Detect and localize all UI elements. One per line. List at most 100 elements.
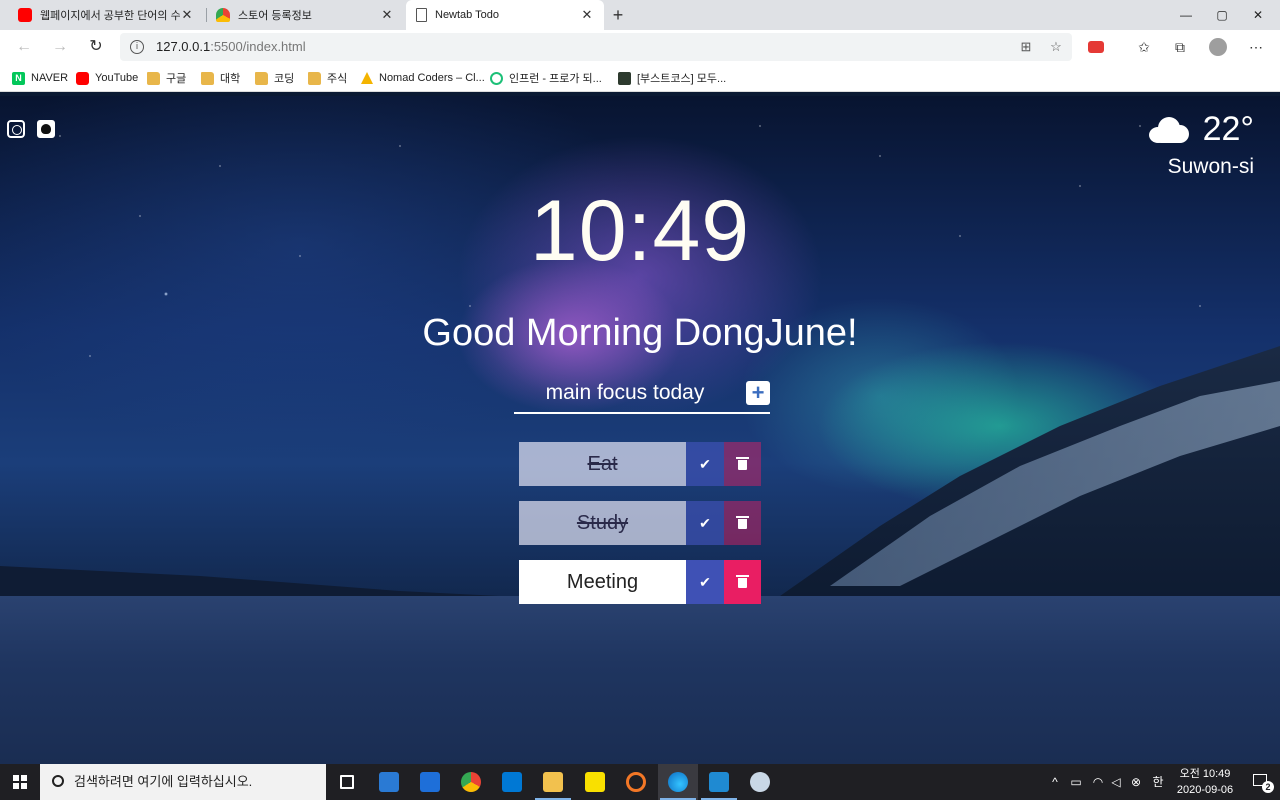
bookmark-youtube[interactable]: YouTube	[76, 69, 138, 87]
taskbar-time: 오전 10:49	[1179, 768, 1231, 780]
new-tab-button[interactable]: +	[606, 3, 630, 27]
battery-icon[interactable]: ▭	[1066, 764, 1086, 800]
folder-icon	[147, 71, 160, 85]
bookmarks-bar: N NAVER YouTube 구글 대학 코딩 주식 Nomad Coders …	[0, 64, 1280, 92]
close-icon[interactable]: ✕	[180, 7, 194, 23]
favorite-star-icon[interactable]: ☆	[1048, 39, 1064, 55]
nomad-icon	[361, 72, 373, 84]
todo-text[interactable]: Study	[519, 501, 686, 545]
add-todo-button[interactable]: +	[746, 381, 770, 405]
delete-button[interactable]	[724, 501, 761, 545]
chrome-icon	[461, 772, 481, 792]
taskbar-search-box[interactable]: 검색하려면 여기에 입력하십시오.	[40, 764, 326, 800]
maximize-button[interactable]: ▢	[1204, 0, 1240, 30]
tab-bar: 웹페이지에서 공부한 단어의 수를 ✕ 스토어 등록정보 ✕ Newtab To…	[0, 0, 1280, 30]
trash-icon	[736, 575, 749, 589]
bookmark-boostcourse[interactable]: [부스트코스] 모두...	[618, 69, 726, 87]
check-icon: ✔	[699, 456, 711, 472]
browser-toolbar: ← → ↻ i 127.0.0.1:5500/index.html ⊞ ☆ ✩ …	[0, 30, 1280, 64]
minimize-button[interactable]: —	[1168, 0, 1204, 30]
back-icon[interactable]: ←	[12, 35, 36, 59]
bookmark-folder-stocks[interactable]: 주식	[308, 69, 347, 87]
youtube-icon	[18, 8, 32, 22]
close-icon[interactable]: ✕	[380, 7, 394, 23]
naver-icon: N	[12, 71, 25, 85]
network-status-icon[interactable]: ⊗	[1126, 764, 1146, 800]
taskbar-chrome[interactable]	[451, 764, 491, 800]
check-icon: ✔	[699, 574, 711, 590]
delete-button[interactable]	[724, 560, 761, 604]
chrome-webstore-icon	[216, 8, 230, 22]
close-window-button[interactable]: ✕	[1240, 0, 1276, 30]
task-view-button[interactable]	[327, 764, 367, 800]
translate-icon[interactable]: ⊞	[1018, 39, 1034, 55]
taskbar-jupyter[interactable]	[616, 764, 656, 800]
taskbar-store[interactable]	[492, 764, 532, 800]
taskbar-calendar[interactable]	[410, 764, 450, 800]
volume-icon[interactable]: ◁	[1106, 764, 1126, 800]
bookmark-naver[interactable]: N NAVER	[12, 69, 68, 87]
tab-title: 웹페이지에서 공부한 단어의 수를	[40, 10, 180, 22]
wifi-icon[interactable]: ◠	[1088, 764, 1108, 800]
collections-icon[interactable]: ⧉	[1170, 37, 1190, 57]
todo-text[interactable]: Meeting	[519, 560, 686, 604]
delete-button[interactable]	[724, 442, 761, 486]
folder-icon	[201, 71, 214, 85]
windows-logo-icon	[13, 775, 27, 789]
instagram-icon[interactable]	[7, 120, 25, 138]
taskbar-edge[interactable]	[658, 764, 698, 800]
search-icon	[52, 775, 64, 787]
tab-title: 스토어 등록정보	[238, 10, 312, 22]
tab-webstore[interactable]: 스토어 등록정보 ✕	[206, 0, 404, 30]
ime-indicator[interactable]: 한	[1148, 764, 1168, 800]
bookmark-folder-coding[interactable]: 코딩	[255, 69, 294, 87]
github-icon[interactable]	[37, 120, 55, 138]
todo-text[interactable]: Eat	[519, 442, 686, 486]
taskbar-clock[interactable]: 오전 10:49 2020-09-06	[1168, 766, 1242, 798]
page-icon	[416, 8, 427, 22]
task-view-icon	[340, 775, 354, 789]
tab-youtube[interactable]: 웹페이지에서 공부한 단어의 수를 ✕	[8, 0, 204, 30]
calendar-icon	[420, 772, 440, 792]
youtube-extension-icon[interactable]	[1086, 37, 1106, 57]
jupyter-icon	[626, 772, 646, 792]
taskbar-mail[interactable]	[369, 764, 409, 800]
reload-icon[interactable]: ↻	[84, 35, 108, 59]
taskbar-vscode[interactable]	[699, 764, 739, 800]
close-icon[interactable]: ✕	[580, 7, 594, 23]
more-menu-icon[interactable]: ⋯	[1246, 37, 1266, 57]
todo-form: +	[514, 374, 770, 414]
tab-title: Newtab Todo	[435, 9, 500, 21]
start-button[interactable]	[0, 764, 40, 800]
check-button[interactable]: ✔	[686, 442, 724, 486]
address-bar[interactable]: i 127.0.0.1:5500/index.html ⊞ ☆	[120, 33, 1072, 61]
trash-icon	[736, 457, 749, 471]
vscode-icon	[709, 772, 729, 792]
check-button[interactable]: ✔	[686, 501, 724, 545]
boostcourse-icon	[618, 71, 631, 85]
kakaotalk-icon	[585, 772, 605, 792]
favorites-icon[interactable]: ✩	[1134, 37, 1154, 57]
taskbar-explorer[interactable]	[533, 764, 573, 800]
tab-newtab-todo[interactable]: Newtab Todo ✕	[406, 0, 604, 30]
notification-center-button[interactable]: 2	[1242, 764, 1280, 800]
todo-list: Eat ✔ Study ✔ Meeting ✔	[519, 442, 761, 619]
taskbar-kakaotalk[interactable]	[575, 764, 615, 800]
paint-icon	[750, 772, 770, 792]
url-text[interactable]: 127.0.0.1:5500/index.html	[156, 33, 306, 61]
check-icon: ✔	[699, 515, 711, 531]
bookmark-inflearn[interactable]: 인프런 - 프로가 되...	[490, 69, 602, 87]
taskbar-paint[interactable]	[740, 764, 780, 800]
profile-avatar-icon[interactable]	[1208, 37, 1228, 57]
check-button[interactable]: ✔	[686, 560, 724, 604]
forward-icon[interactable]: →	[48, 35, 72, 59]
show-hidden-icons[interactable]: ^	[1046, 764, 1064, 800]
taskbar-date: 2020-09-06	[1176, 784, 1234, 796]
site-info-icon[interactable]: i	[130, 40, 144, 54]
bookmark-nomad-coders[interactable]: Nomad Coders – Cl...	[361, 69, 485, 87]
bookmark-folder-university[interactable]: 대학	[201, 69, 240, 87]
weather-widget: 22° Suwon-si	[1148, 110, 1254, 179]
bookmark-folder-google[interactable]: 구글	[147, 69, 186, 87]
todo-input[interactable]	[514, 374, 736, 412]
background-snow	[0, 596, 1280, 764]
